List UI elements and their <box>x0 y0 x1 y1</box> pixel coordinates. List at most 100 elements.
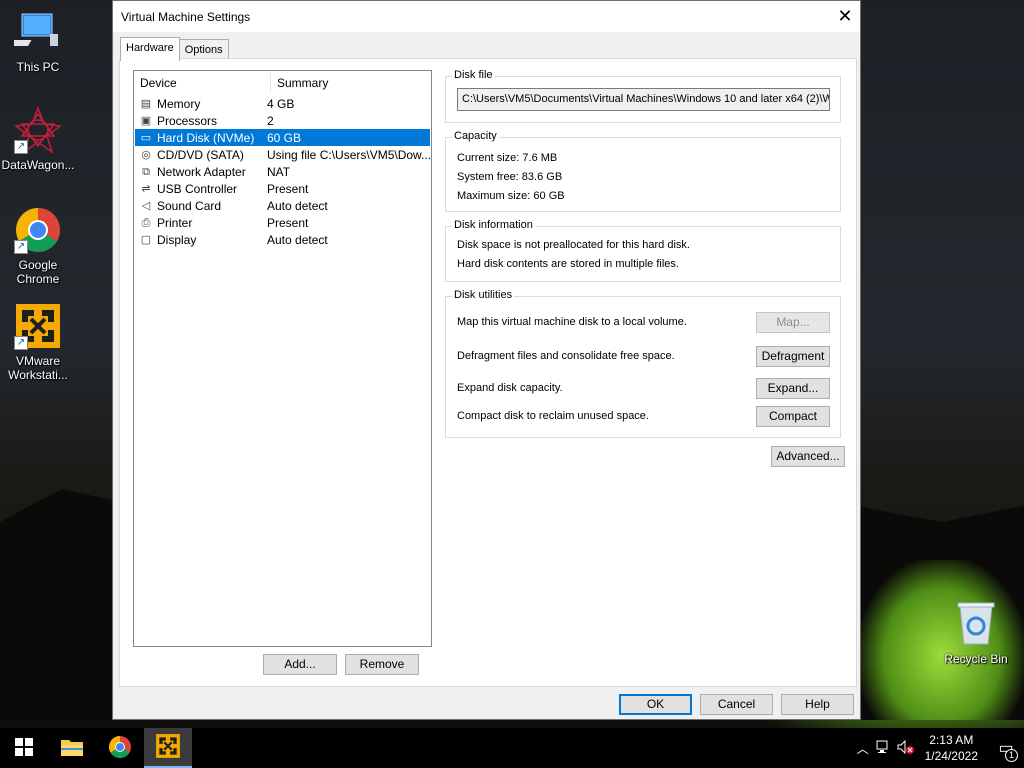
desktop-icon-this-pc[interactable]: This PC <box>0 8 76 74</box>
compact-button[interactable]: Compact <box>756 406 830 427</box>
map-button[interactable]: Map... <box>756 312 830 333</box>
device-row-display[interactable]: ▢ Display Auto detect <box>135 231 430 248</box>
disk-file-path-field[interactable]: C:\Users\VM5\Documents\Virtual Machines\… <box>457 88 830 111</box>
notification-center-button[interactable]: ▭ 1 <box>988 738 1024 762</box>
device-name: USB Controller <box>157 181 238 196</box>
advanced-button[interactable]: Advanced... <box>771 446 845 467</box>
tab-options[interactable]: Options <box>178 39 229 60</box>
printer-icon: ⎙ <box>141 216 151 229</box>
chrome-icon <box>108 735 132 762</box>
network-icon[interactable] <box>873 740 895 757</box>
group-title: Disk utilities <box>452 289 515 301</box>
column-header-summary[interactable]: Summary <box>270 73 328 93</box>
device-row-hard-disk-nvme[interactable]: ▭ Hard Disk (NVMe) 60 GB <box>135 129 430 146</box>
device-name-cell: ⎙ Printer <box>135 216 267 230</box>
sound-icon: ◁ <box>141 199 151 212</box>
device-name: Hard Disk (NVMe) <box>157 130 255 145</box>
volume-muted-icon[interactable] <box>895 739 917 757</box>
defragment-button[interactable]: Defragment <box>756 346 830 367</box>
remove-device-button[interactable]: Remove <box>345 654 419 675</box>
column-header-device[interactable]: Device <box>134 76 270 90</box>
device-row-printer[interactable]: ⎙ Printer Present <box>135 214 430 231</box>
clock-date: 1/24/2022 <box>924 749 978 763</box>
chrome-icon: ↗ <box>14 206 62 254</box>
group-title: Disk file <box>452 69 495 81</box>
device-summary: Auto detect <box>267 232 328 247</box>
ok-button[interactable]: OK <box>619 694 692 715</box>
device-summary: 60 GB <box>267 130 302 145</box>
device-list-header: Device Summary <box>134 71 431 95</box>
map-description: Map this virtual machine disk to a local… <box>457 316 687 328</box>
add-device-button[interactable]: Add... <box>263 654 337 675</box>
cd-dvd-icon: ◎ <box>141 148 151 161</box>
close-button[interactable]: ✕ <box>830 2 860 32</box>
memory-icon: ▤ <box>140 97 152 110</box>
device-summary: 4 GB <box>267 96 295 111</box>
disk-utilities-group: Disk utilities Map this virtual machine … <box>445 289 841 438</box>
compact-description: Compact disk to reclaim unused space. <box>457 410 649 422</box>
desktop-icon-datawagon[interactable]: ↗ DataWagon... <box>0 105 76 172</box>
desktop-icon-label: Recycle Bin <box>944 652 1008 666</box>
start-icon <box>15 737 33 759</box>
window-titlebar[interactable]: Virtual Machine Settings ✕ <box>113 1 860 32</box>
start-button[interactable] <box>0 728 48 768</box>
device-summary: NAT <box>267 164 291 179</box>
vm-settings-window: Virtual Machine Settings ✕ Hardware Opti… <box>112 0 861 720</box>
system-free-text: System free: 83.6 GB <box>457 171 563 183</box>
device-name-cell: ▢ Display <box>135 233 267 247</box>
device-summary: Using file C:\Users\VM5\Dow... <box>267 147 430 162</box>
device-name: CD/DVD (SATA) <box>157 147 244 162</box>
clock[interactable]: 2:13 AM 1/24/2022 <box>925 732 978 764</box>
vmware-icon <box>155 733 181 762</box>
display-icon: ▢ <box>140 233 152 246</box>
device-name-cell: ◎ CD/DVD (SATA) <box>135 148 267 162</box>
device-name-cell: ▤ Memory <box>135 97 267 111</box>
desktop-icon-label: VMware Workstati... <box>8 354 68 382</box>
device-name-cell: ⧉ Network Adapter <box>135 165 267 179</box>
cancel-button[interactable]: Cancel <box>700 694 773 715</box>
device-row-memory[interactable]: ▤ Memory 4 GB <box>135 95 430 112</box>
shortcut-arrow-icon: ↗ <box>14 336 28 350</box>
expand-button[interactable]: Expand... <box>756 378 830 399</box>
device-row-sound-card[interactable]: ◁ Sound Card Auto detect <box>135 197 430 214</box>
taskbar-file-explorer[interactable] <box>48 728 96 768</box>
disk-information-group: Disk information Disk space is not preal… <box>445 219 841 282</box>
desktop-icon-vmware[interactable]: ↗ VMware Workstati... <box>0 302 76 382</box>
shortcut-arrow-icon: ↗ <box>14 240 28 254</box>
tab-hardware[interactable]: Hardware <box>120 37 180 61</box>
taskbar-chrome[interactable] <box>96 728 144 768</box>
hard-disk-icon: ▭ <box>140 131 152 144</box>
chevron-up-icon[interactable]: ︿ <box>853 740 873 757</box>
desktop-icon-recycle-bin[interactable]: Recycle Bin <box>940 600 1012 666</box>
device-name: Network Adapter <box>157 164 246 179</box>
datawagon-icon: ↗ <box>14 105 62 154</box>
desktop-icon-chrome[interactable]: ↗ Google Chrome <box>0 206 76 286</box>
device-summary: Auto detect <box>267 198 328 213</box>
file-explorer-icon <box>60 737 84 760</box>
maximum-size-text: Maximum size: 60 GB <box>457 190 565 202</box>
device-name: Printer <box>157 215 193 230</box>
device-list[interactable]: Device Summary ▤ Memory 4 GB ▣ Processors 2 ▭ H… <box>133 70 432 647</box>
taskbar-vmware[interactable] <box>144 728 192 768</box>
processor-icon: ▣ <box>140 114 152 127</box>
usb-icon: ⇌ <box>141 182 151 195</box>
notification-count-badge: 1 <box>1005 749 1018 762</box>
current-size-text: Current size: 7.6 MB <box>457 152 558 164</box>
disk-info-line-2: Hard disk contents are stored in multipl… <box>457 258 679 270</box>
group-title: Disk information <box>452 219 535 231</box>
system-tray: ︿ 2:13 AM 1/24/2022 ▭ 1 <box>853 728 1024 768</box>
desktop-icon-label: DataWagon... <box>1 158 75 172</box>
device-row-processors[interactable]: ▣ Processors 2 <box>135 112 430 129</box>
help-button[interactable]: Help <box>781 694 854 715</box>
capacity-group: Capacity Current size: 7.6 MB System fre… <box>445 130 841 212</box>
window-title: Virtual Machine Settings <box>121 9 251 24</box>
device-name: Memory <box>157 96 201 111</box>
device-name: Processors <box>157 113 218 128</box>
device-row-network-adapter[interactable]: ⧉ Network Adapter NAT <box>135 163 430 180</box>
device-name: Sound Card <box>157 198 222 213</box>
device-row-cd-dvd-sata[interactable]: ◎ CD/DVD (SATA) Using file C:\Users\VM5\Do… <box>135 146 430 163</box>
device-row-usb-controller[interactable]: ⇌ USB Controller Present <box>135 180 430 197</box>
taskbar: ︿ 2:13 AM 1/24/2022 ▭ 1 <box>0 728 1024 768</box>
device-name-cell: ▣ Processors <box>135 114 267 128</box>
device-name: Display <box>157 232 197 247</box>
